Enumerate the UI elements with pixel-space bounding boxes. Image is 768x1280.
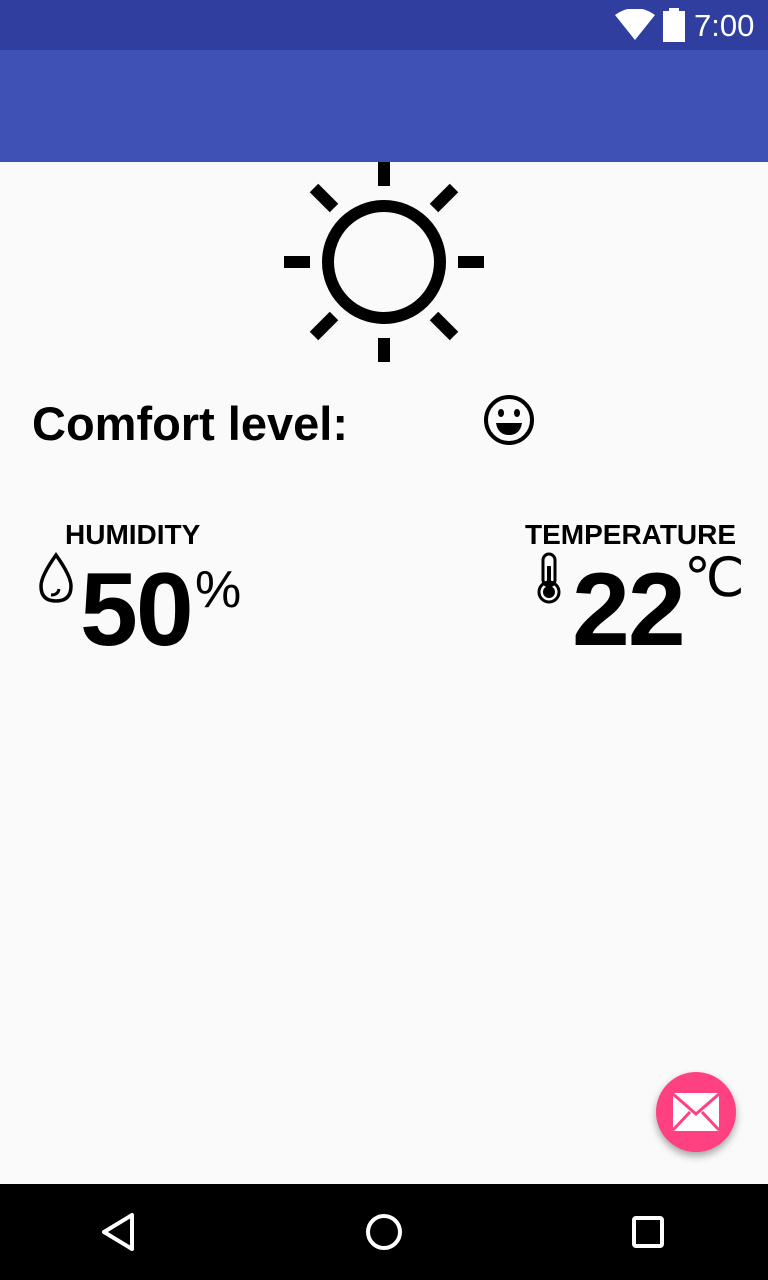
home-button[interactable]: [336, 1184, 432, 1280]
temperature-unit: ℃: [684, 548, 745, 608]
battery-icon: [663, 8, 685, 42]
wifi-icon: [615, 9, 655, 40]
temperature-label: TEMPERATURE: [525, 519, 737, 550]
humidity-label: HUMIDITY: [65, 519, 201, 550]
email-icon: [671, 1091, 721, 1133]
recents-icon: [632, 1216, 664, 1248]
humidity-unit: %: [195, 561, 242, 619]
email-fab-button[interactable]: [656, 1072, 736, 1152]
status-bar: 7:00: [0, 0, 768, 50]
home-icon: [366, 1214, 402, 1250]
comfort-level-label: Comfort level:: [32, 397, 348, 450]
navigation-bar: [0, 1184, 768, 1280]
sun-icon: [284, 162, 484, 362]
temperature-value: 22: [572, 552, 686, 668]
screen: 7:00 Comfort level: HUMIDITY 50 % TEMPER…: [0, 0, 768, 1280]
water-drop-icon: [39, 552, 73, 603]
status-time: 7:00: [694, 8, 755, 43]
thermometer-icon: [537, 552, 561, 604]
app-bar: [0, 50, 768, 162]
recents-button[interactable]: [600, 1184, 696, 1280]
back-button[interactable]: [72, 1184, 168, 1280]
smiley-face-icon: [484, 395, 534, 445]
humidity-value: 50: [80, 552, 194, 668]
back-icon: [102, 1213, 134, 1251]
